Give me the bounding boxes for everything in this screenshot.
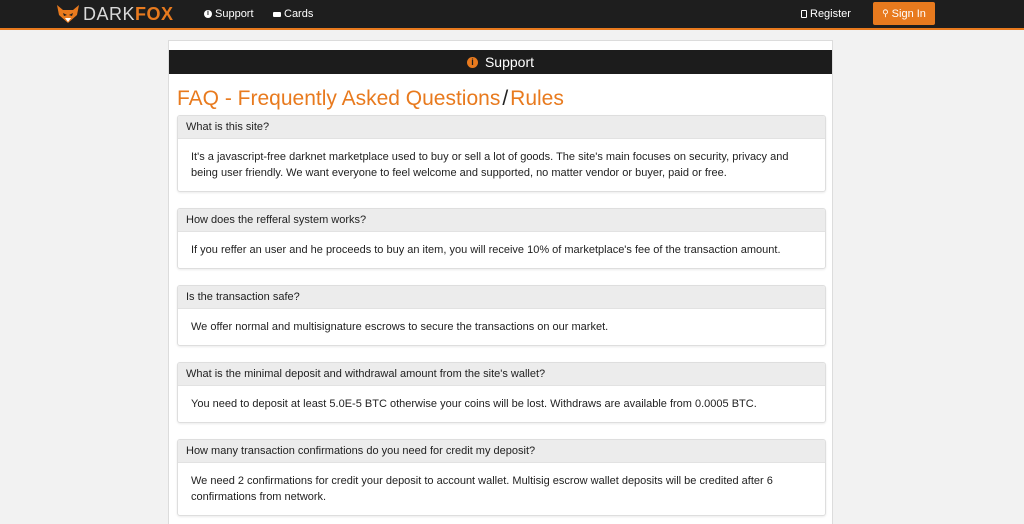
faq-answer: You need to deposit at least 5.0E-5 BTC …	[191, 398, 757, 410]
faq-answer: It's a javascript-free darknet marketpla…	[191, 151, 789, 179]
card-icon	[273, 11, 281, 17]
nav-support-link[interactable]: i Support	[204, 7, 254, 21]
faq-answer: If you reffer an user and he proceeds to…	[191, 244, 781, 256]
faq-title-link[interactable]: FAQ - Frequently Asked Questions	[177, 87, 500, 110]
info-icon: i	[466, 56, 478, 68]
page-title: FAQ - Frequently Asked Questions/Rules	[177, 87, 564, 111]
support-panel: i Support FAQ - Frequently Asked Questio…	[168, 40, 833, 524]
faq-question: How many transaction confirmations do yo…	[178, 440, 825, 463]
brand-fox-text: FOX	[135, 4, 174, 24]
faq-question: How does the refferal system works?	[178, 209, 825, 232]
register-label: Register	[810, 8, 851, 20]
brand-name: DARKFOX	[83, 3, 174, 25]
register-link[interactable]: Register	[801, 7, 851, 21]
nav-cards-label: Cards	[284, 8, 314, 20]
sign-in-button[interactable]: ⚲ Sign In	[873, 2, 935, 25]
brand-dark-text: DARK	[83, 4, 136, 24]
panel-header: i Support	[169, 50, 832, 74]
faq-answer: We offer normal and multisignature escro…	[191, 321, 609, 333]
panel-header-title: Support	[484, 54, 535, 70]
key-icon: ⚲	[882, 8, 889, 18]
top-navbar: DARKFOX i Support Cards Register ⚲ Sign …	[0, 0, 1024, 30]
rules-title-link[interactable]: Rules	[510, 87, 564, 110]
faq-answer: We need 2 confirmations for credit your …	[191, 475, 773, 503]
faq-card: Is the transaction safe? We offer normal…	[177, 285, 826, 346]
faq-card: How many transaction confirmations do yo…	[177, 439, 826, 516]
faq-question: What is the minimal deposit and withdraw…	[178, 363, 825, 386]
faq-card: How does the refferal system works? If y…	[177, 208, 826, 269]
fox-logo-icon	[57, 5, 79, 23]
faq-question: Is the transaction safe?	[178, 286, 825, 309]
clipboard-icon	[801, 10, 807, 18]
info-icon: i	[204, 10, 212, 18]
nav-support-label: Support	[215, 8, 254, 20]
faq-question: What is this site?	[178, 116, 825, 139]
faq-card: What is this site? It's a javascript-fre…	[177, 115, 826, 192]
brand-logo[interactable]: DARKFOX	[56, 3, 174, 25]
nav-cards-link[interactable]: Cards	[273, 7, 313, 21]
title-separator: /	[502, 87, 509, 110]
faq-card: What is the minimal deposit and withdraw…	[177, 362, 826, 423]
sign-in-label: Sign In	[891, 7, 926, 20]
